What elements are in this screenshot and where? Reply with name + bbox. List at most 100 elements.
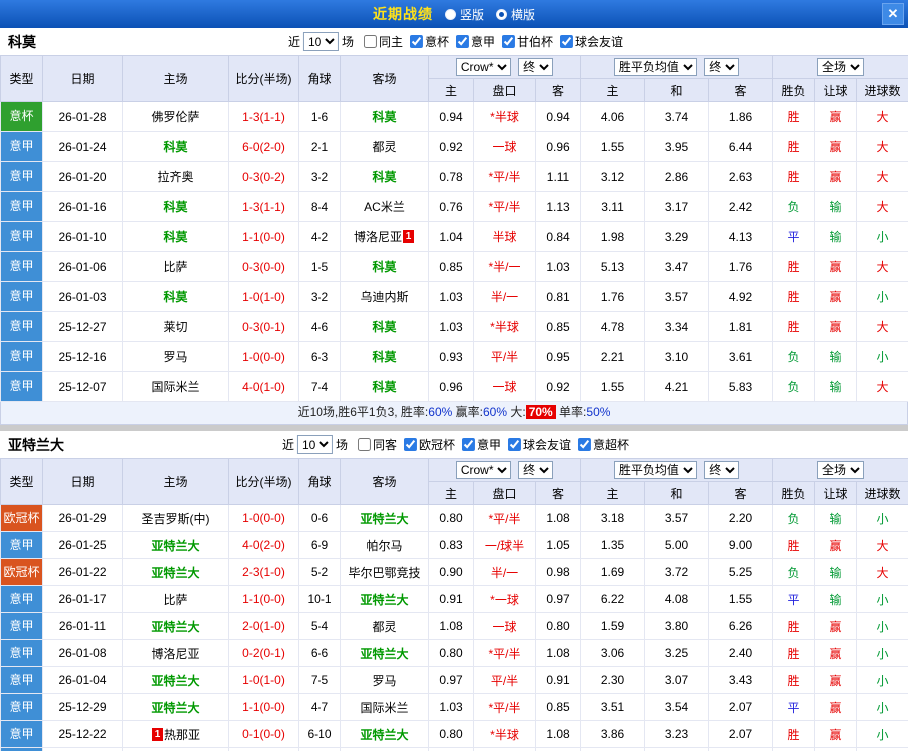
home-team-name[interactable]: 亚特兰大 (151, 701, 199, 715)
home-team-name[interactable]: 罗马 (163, 350, 187, 364)
home-team-name[interactable]: 亚特兰大 (151, 674, 199, 688)
ah-stage-select[interactable]: 终 (518, 461, 554, 479)
away-team-name[interactable]: 博洛尼亚 (354, 230, 402, 244)
home-team-name[interactable]: 亚特兰大 (151, 566, 199, 580)
filter-option[interactable]: 意甲 (456, 33, 495, 50)
corners-score: 6-6 (298, 639, 341, 667)
home-team-name[interactable]: 佛罗伦萨 (151, 110, 199, 124)
away-team-name[interactable]: 毕尔巴鄂竞技 (348, 566, 420, 580)
filter-option[interactable]: 球会友谊 (560, 33, 623, 50)
home-team-name[interactable]: 热那亚 (164, 728, 200, 742)
ah-book-select[interactable]: Crow* (455, 58, 511, 76)
recent-count-select[interactable]: 10 (296, 435, 333, 454)
filter-checkbox[interactable] (363, 34, 377, 48)
ah-stage-select[interactable]: 终 (518, 58, 554, 76)
odds-stage-select[interactable]: 终 (704, 58, 740, 76)
result-handicap: 赢 (814, 101, 858, 132)
home-team-name[interactable]: 亚特兰大 (151, 620, 199, 634)
away-team-name[interactable]: 国际米兰 (360, 701, 408, 715)
away-team-name[interactable]: 科莫 (372, 110, 396, 124)
home-team-name[interactable]: 莱切 (163, 320, 187, 334)
filter-option[interactable]: 意杯 (409, 33, 450, 50)
home-team-name[interactable]: 博洛尼亚 (151, 647, 199, 661)
ah-handicap-line: *平/半 (473, 504, 536, 532)
home-team-name[interactable]: 圣吉罗斯(中) (142, 512, 210, 526)
filter-option[interactable]: 球会友谊 (508, 436, 571, 453)
layout-option-vertical[interactable]: 竖版 (444, 6, 484, 23)
home-team-cell: 博洛尼亚 (122, 639, 229, 667)
odds-book-select[interactable]: 胜平负均值 (613, 58, 697, 76)
red-card-badge: 1 (403, 230, 414, 243)
away-team-name[interactable]: 亚特兰大 (360, 512, 408, 526)
ah-home-odds: 0.85 (428, 251, 474, 282)
ah-book-select[interactable]: Crow* (455, 461, 511, 479)
filter-option[interactable]: 意甲 (462, 436, 501, 453)
away-team-name[interactable]: 亚特兰大 (360, 728, 408, 742)
result-goals: 大 (856, 747, 908, 751)
away-team-name[interactable]: 乌迪内斯 (360, 290, 408, 304)
layout-option-horizontal[interactable]: 横版 (496, 6, 535, 23)
filter-option[interactable]: 同客 (357, 436, 397, 453)
result-goals: 大 (856, 101, 908, 132)
close-button[interactable]: ✕ (882, 3, 904, 25)
result-wdl: 负 (772, 371, 816, 402)
scope-select[interactable]: 全场 (817, 58, 865, 76)
filter-checkbox[interactable] (578, 437, 592, 451)
filter-checkbox[interactable] (560, 34, 574, 48)
filter-checkbox[interactable] (462, 437, 476, 451)
home-team-name[interactable]: 亚特兰大 (151, 539, 199, 553)
away-team-name[interactable]: 科莫 (372, 380, 396, 394)
away-team-cell: 科莫 (340, 161, 429, 192)
away-team-name[interactable]: 科莫 (372, 320, 396, 334)
recent-count-select[interactable]: 10 (302, 32, 339, 51)
filter-checkbox[interactable] (409, 34, 423, 48)
away-team-name[interactable]: 科莫 (372, 260, 396, 274)
away-team-name[interactable]: 科莫 (372, 170, 396, 184)
col-home: 主场 (122, 55, 229, 102)
filter-checkbox[interactable] (456, 34, 470, 48)
matches-table: 类型 日期 主场 比分(半场) 角球 客场 Crow* 终 胜平负均值 终 全场… (0, 458, 908, 751)
odds-stage-select[interactable]: 终 (704, 461, 740, 479)
result-goals: 大 (856, 131, 908, 162)
match-row: 意甲 25-12-29 亚特兰大 1-1(0-0) 4-7 国际米兰 1.03 … (0, 693, 908, 721)
filter-option[interactable]: 同主 (363, 33, 403, 50)
filter-label: 意杯 (424, 34, 450, 49)
home-team-name[interactable]: 比萨 (163, 260, 187, 274)
home-team-name[interactable]: 科莫 (163, 140, 187, 154)
home-team-name[interactable]: 国际米兰 (151, 380, 199, 394)
home-team-cell: 1 热那亚 (122, 720, 229, 748)
away-team-name[interactable]: 科莫 (372, 350, 396, 364)
match-score: 0-2(0-1) (228, 639, 299, 667)
summary-segment: 单率: (555, 405, 587, 419)
away-team-name[interactable]: 帕尔马 (366, 539, 402, 553)
away-team-name[interactable]: 亚特兰大 (360, 593, 408, 607)
home-team-name[interactable]: 科莫 (163, 200, 187, 214)
home-team-name[interactable]: 科莫 (163, 230, 187, 244)
filter-checkbox[interactable] (357, 437, 371, 451)
odds-away-win: 1.76 (708, 251, 774, 282)
filter-option[interactable]: 甘伯杯 (502, 33, 553, 50)
filter-label: 意甲 (477, 437, 502, 452)
scope-select[interactable]: 全场 (817, 461, 865, 479)
away-team-name[interactable]: AC米兰 (364, 200, 405, 214)
away-team-name[interactable]: 亚特兰大 (360, 647, 408, 661)
ah-home-odds: 0.92 (428, 131, 474, 162)
league-badge: 意甲 (1, 342, 42, 371)
filter-option[interactable]: 欧冠杯 (403, 436, 455, 453)
away-team-name[interactable]: 罗马 (372, 674, 396, 688)
odds-book-select[interactable]: 胜平负均值 (613, 461, 697, 479)
summary-segment: 60% (428, 405, 453, 419)
away-team-name[interactable]: 都灵 (372, 140, 396, 154)
filter-checkbox[interactable] (502, 34, 516, 48)
away-team-name[interactable]: 都灵 (372, 620, 396, 634)
home-team-name[interactable]: 科莫 (163, 290, 187, 304)
match-date: 26-01-08 (42, 639, 123, 667)
home-team-name[interactable]: 拉齐奥 (157, 170, 193, 184)
match-score: 0-3(0-0) (228, 251, 299, 282)
filter-checkbox[interactable] (508, 437, 522, 451)
filter-checkbox[interactable] (403, 437, 417, 451)
home-team-cell: 科莫 (122, 191, 229, 222)
home-team-name[interactable]: 比萨 (163, 593, 187, 607)
col-result-wdl: 胜负 (772, 78, 816, 102)
filter-option[interactable]: 意超杯 (578, 436, 629, 453)
